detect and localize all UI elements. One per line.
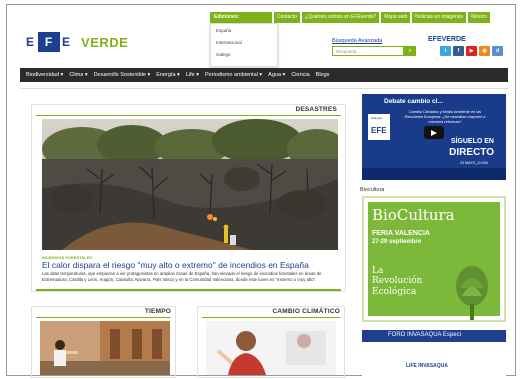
- editions-selector[interactable]: Ediciones:: [210, 12, 272, 23]
- nav-item-life[interactable]: Life ▾: [186, 72, 199, 78]
- tagline-line-1: La: [372, 266, 384, 276]
- article-headline[interactable]: El calor dispara el riesgo "muy alto o e…: [42, 260, 342, 270]
- biocultura-banner[interactable]: BioCultura FERIA VALENCIA 27-29 septiemb…: [362, 196, 506, 322]
- editions-dropdown: España Internacional Galego: [210, 23, 278, 67]
- search-button[interactable]: ⌕: [404, 46, 416, 56]
- nav-item-ciencia[interactable]: Ciencia: [291, 72, 309, 78]
- social-icons: t f ▶ ◉ d: [440, 46, 503, 56]
- biocultura-label: Biocultura: [360, 187, 385, 193]
- nav-item-agua[interactable]: Agua ▾: [268, 72, 285, 78]
- topbar-link-contact[interactable]: Contacto: [274, 12, 301, 23]
- top-bar: Ediciones: Contacto ¿Quiénes somos en EF…: [210, 12, 510, 23]
- topbar-link-about[interactable]: ¿Quiénes somos en EFEverde?: [302, 12, 380, 23]
- biocultura-tagline: La Revolución Ecológica: [372, 266, 422, 297]
- verde-wordmark: VERDE: [81, 34, 129, 50]
- video-directo: DIRECTO: [449, 147, 494, 158]
- section-label-cambio-climatico[interactable]: CAMBIO CLIMÁTICO: [273, 308, 340, 315]
- section-underline: [202, 317, 340, 318]
- delicious-icon[interactable]: d: [492, 46, 503, 56]
- efe-logo: EFE: [26, 32, 71, 52]
- biocultura-name: BioCultura: [372, 206, 455, 224]
- nav-item-desarrollo[interactable]: Desarrollo Sostenible ▾: [94, 72, 151, 78]
- video-bottom-bar: [362, 168, 506, 180]
- video-siguelo: SÍGUELO EN: [450, 138, 494, 145]
- article-teaser: Las altas temperaturas, que empiezan a s…: [42, 271, 322, 282]
- dialogos-efe-logo: Diálogos EFE: [368, 114, 390, 140]
- biocultura-feria: FERIA VALENCIA: [372, 230, 430, 237]
- foro-invasaqua-banner[interactable]: FORO INVASAQUA Especi LIFE INVASAQUA: [362, 330, 506, 378]
- divider: [20, 88, 508, 89]
- section-underline: [36, 317, 171, 318]
- topbar-link-mexico[interactable]: México: [468, 12, 490, 23]
- featured-image-wildfire[interactable]: [42, 119, 338, 250]
- twitter-icon[interactable]: t: [440, 46, 451, 56]
- biocultura-dates: 27-29 septiembre: [372, 239, 422, 245]
- edition-option-spain[interactable]: España: [211, 24, 277, 36]
- card-tiempo: TIEMPO: [31, 306, 176, 378]
- search-input[interactable]: Búsqueda ...: [332, 46, 404, 56]
- dialogos-label: Diálogos: [371, 116, 383, 120]
- rss-icon[interactable]: ◉: [479, 46, 490, 56]
- facebook-icon[interactable]: f: [453, 46, 464, 56]
- card-image-tiempo[interactable]: [40, 321, 170, 375]
- efe-label: EFE: [371, 126, 387, 135]
- nav-item-periodismo[interactable]: Periodismo ambiental ▾: [205, 72, 262, 78]
- tagline-line-3: Ecológica: [372, 286, 417, 297]
- foro-title[interactable]: FORO INVASAQUA Especi: [388, 332, 461, 338]
- wildfire-scene: [42, 119, 338, 250]
- featured-article: DESASTRES INCENDIOS FORESTALES El calor …: [31, 104, 346, 292]
- foro-life-label: LIFE INVASAQUA: [406, 363, 448, 369]
- card-image-cambio-climatico[interactable]: [206, 321, 336, 375]
- video-subtitle: Cambio Climático y Medio Ambiente en las…: [404, 110, 486, 124]
- nav-item-blogs[interactable]: Blogs: [316, 72, 330, 78]
- tiempo-photo: [40, 321, 170, 375]
- section-underline: [36, 115, 341, 116]
- feature-bottom-border: [36, 289, 341, 291]
- card-cambio-climatico: CAMBIO CLIMÁTICO: [197, 306, 345, 378]
- nav-item-clima[interactable]: Clima ▾: [69, 72, 87, 78]
- foro-white-area: [362, 342, 506, 378]
- youtube-icon[interactable]: ▶: [466, 46, 477, 56]
- efeverde-label: EFEVERDE: [428, 36, 466, 43]
- video-title[interactable]: Debate cambio cl...: [384, 98, 443, 105]
- topbar-link-sitemap[interactable]: Mapa web: [381, 12, 411, 23]
- topbar-link-photos[interactable]: Noticias en imágenes: [412, 12, 467, 23]
- main-nav: Biodiversidad ▾ Clima ▾ Desarrollo Soste…: [20, 68, 508, 82]
- video-date: 23 MAYO_11:00h: [459, 161, 488, 165]
- play-button[interactable]: [424, 126, 444, 139]
- section-label-desastres[interactable]: DESASTRES: [295, 106, 337, 113]
- cambio-photo: [206, 321, 336, 375]
- site-logo[interactable]: EFE VERDE: [26, 32, 128, 52]
- edition-option-galego[interactable]: Galego: [211, 48, 277, 60]
- debate-video-embed[interactable]: Debate cambio cl... Cambio Climático y M…: [362, 94, 506, 180]
- nav-item-biodiversidad[interactable]: Biodiversidad ▾: [26, 72, 63, 78]
- section-label-tiempo[interactable]: TIEMPO: [145, 308, 171, 315]
- tagline-line-2: Revolución: [372, 276, 423, 287]
- artichoke-image: [456, 266, 488, 320]
- nav-item-energia[interactable]: Energía ▾: [156, 72, 180, 78]
- edition-option-international[interactable]: Internacional: [211, 36, 277, 48]
- play-icon: [431, 129, 437, 136]
- advanced-search-link[interactable]: Búsqueda Avanzada: [332, 38, 382, 44]
- search-icon: ⌕: [408, 47, 412, 54]
